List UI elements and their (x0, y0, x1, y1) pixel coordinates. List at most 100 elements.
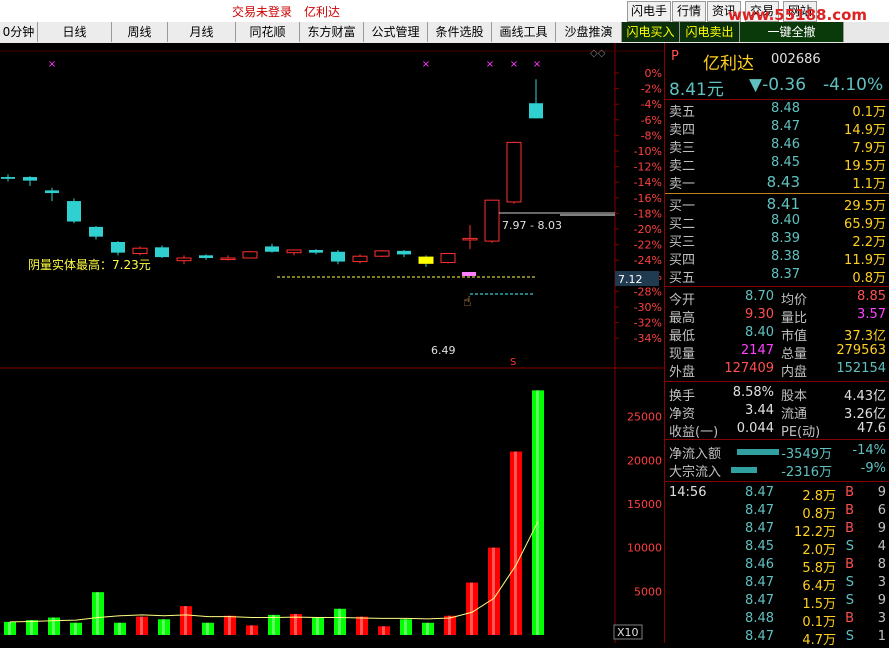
stock-change: ▼-0.36 (749, 75, 807, 95)
tab-tonghuashun[interactable]: 同花顺 (236, 22, 300, 42)
price-axis-label: -34% (634, 332, 662, 345)
cancel-all-button[interactable]: 一键全撤 (740, 22, 844, 42)
price-axis-label: -10% (634, 145, 662, 158)
panel-row: 收益(一) 0.044 PE(动) 47.6 (665, 421, 889, 440)
annotation-range: 7.97 - 8.03 (502, 219, 562, 232)
volume-bar-highlight (228, 615, 231, 635)
candle-body (418, 256, 434, 264)
bid-volume: 29.5万 (844, 199, 886, 214)
tab-daily[interactable]: 日线 (38, 22, 112, 42)
quote-value: 279563 (836, 343, 886, 358)
fundamental-label: PE(动) (781, 425, 821, 440)
tick-count: 9 (877, 521, 886, 536)
candle-body (1, 177, 15, 179)
volume-axis-label: 5000 (634, 585, 662, 598)
panel-row: 今开 8.70 均价 8.85 (665, 289, 889, 308)
bid-price: 8.40 (771, 213, 800, 228)
fundamental-value: 4.43亿 (844, 389, 886, 404)
tick-price: 8.47 (745, 485, 774, 500)
fundamental-value: 0.044 (736, 421, 774, 436)
candle-body (309, 249, 323, 253)
panel-row: 买五 8.37 0.8万 (665, 267, 889, 286)
tick-side: S (845, 593, 854, 608)
quote-button[interactable]: 行情 (672, 1, 706, 22)
flow-value: -2316万 (781, 465, 832, 480)
candle-body (484, 199, 500, 242)
tab-weekly[interactable]: 周线 (112, 22, 168, 42)
ask-volume: 19.5万 (844, 159, 886, 174)
signal-x-marker: × (510, 59, 518, 70)
fundamental-label: 流通 (781, 407, 808, 422)
kline-chart-svg[interactable]: 0% -2% -4% -6% -8% -10% -12% -14% -16% -18% -20% -2… (0, 43, 664, 643)
price-axis-label: 0% (645, 67, 662, 80)
tick-time: 14:56 (669, 485, 707, 500)
annotation-max-bearish: 阴量实体最高：7.23元 (28, 257, 151, 272)
signal-x-marker: × (48, 59, 56, 70)
ask-volume: 14.9万 (844, 123, 886, 138)
tick-count: 4 (877, 539, 886, 554)
tab-monthly[interactable]: 月线 (168, 22, 236, 42)
ask-label: 卖一 (669, 177, 696, 192)
ask-price: 8.47 (771, 119, 800, 134)
candle-body (45, 190, 59, 194)
tab-formula-manager[interactable]: 公式管理 (364, 22, 428, 42)
price-axis-label: -24% (634, 254, 662, 267)
panel-row: 大宗流入 -2316万 -9% (665, 461, 889, 480)
tab-drawing-tools[interactable]: 画线工具 (492, 22, 556, 42)
flash-hand-button[interactable]: 闪电手 (627, 1, 671, 22)
tab-minute[interactable]: 0分钟 (0, 22, 38, 42)
tick-side: B (845, 611, 854, 626)
panel-row: 最高 9.30 量比 3.57 (665, 307, 889, 326)
candle-body (155, 247, 169, 258)
ask-label: 卖三 (669, 141, 696, 156)
panel-row: 8.47 4.7万 S 1 (665, 629, 889, 648)
tick-price: 8.47 (745, 629, 774, 644)
panel-row: 现量 2147 总量 279563 (665, 343, 889, 362)
volume-bar-highlight (360, 616, 363, 635)
tick-count: 3 (877, 611, 886, 626)
tick-side: B (845, 485, 854, 500)
ask-price: 8.48 (771, 101, 800, 116)
fundamental-label: 净资 (669, 407, 696, 422)
ask-price: 8.43 (766, 173, 800, 191)
tab-eastmoney[interactable]: 东方财富 (300, 22, 364, 42)
quote-value: 9.30 (745, 307, 774, 322)
quote-label: 现量 (669, 347, 696, 362)
tick-count: 8 (877, 557, 886, 572)
flow-pct: -9% (860, 461, 886, 476)
fundamental-label: 收益(一) (669, 425, 719, 440)
bid-label: 买四 (669, 253, 696, 268)
volume-bar-highlight (162, 619, 165, 635)
ask-label: 卖二 (669, 159, 696, 174)
volume-bar-highlight (338, 608, 341, 635)
price-axis-label: -32% (634, 317, 662, 330)
ask-price: 8.45 (771, 155, 800, 170)
volume-bar-highlight (448, 615, 451, 635)
candle-body (506, 141, 522, 203)
price-axis-label: -30% (634, 301, 662, 314)
kline-chart-area[interactable]: 0% -2% -4% -6% -8% -10% -12% -14% -16% -18% -20% -2… (0, 43, 664, 643)
flash-sell-button[interactable]: 闪电卖出 (680, 22, 740, 42)
tab-stock-screener[interactable]: 条件选股 (428, 22, 492, 42)
quote-label: 今开 (669, 293, 696, 308)
stock-flag: P (671, 49, 679, 64)
candle-body (242, 251, 258, 259)
panel-row: 8.47 6.4万 S 3 (665, 575, 889, 594)
quote-value: 3.57 (857, 307, 886, 322)
panel-row: 卖五 8.48 0.1万 (665, 101, 889, 120)
signal-x-marker: × (533, 59, 541, 70)
flow-pct: -14% (852, 443, 886, 458)
volume-axis-label: 25000 (627, 411, 662, 424)
candle-body (176, 257, 192, 262)
candle-body (111, 241, 125, 253)
tick-price: 8.46 (745, 557, 774, 572)
diamond-icon[interactable]: ◇◇ (590, 48, 606, 59)
flash-buy-button[interactable]: 闪电买入 (622, 22, 680, 42)
fundamental-value: 47.6 (857, 421, 886, 436)
tab-sandbox[interactable]: 沙盘推演 (556, 22, 622, 42)
candle-body (352, 255, 368, 263)
quote-value: 2147 (740, 343, 774, 358)
candle-body (23, 177, 37, 181)
panel-row: 8.47 0.8万 B 6 (665, 503, 889, 522)
candle-body (529, 103, 543, 119)
